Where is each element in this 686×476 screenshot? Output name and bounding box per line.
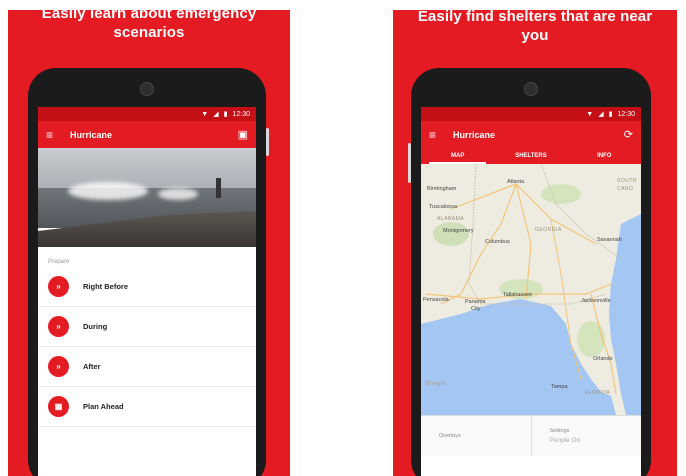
caption-line-1: Easily find shelters that are near <box>417 10 653 25</box>
list-item-after[interactable]: » After <box>38 347 256 387</box>
map-background <box>421 164 641 415</box>
status-time: 12:30 <box>232 110 250 118</box>
wifi-icon: ▼ <box>586 110 594 118</box>
app-bar: ≡ Hurricane ▣ <box>38 121 256 148</box>
map-label-columbus: Columbus <box>485 239 510 245</box>
app-bar: ≡ Hurricane ⟳ <box>421 121 641 148</box>
phone-frame-left: ▼ ◢ ▮ 12:30 ≡ Hurricane ▣ Prepare » Righ… <box>28 68 269 476</box>
refresh-icon[interactable]: ⟳ <box>624 128 633 141</box>
section-label: Prepare <box>48 259 70 265</box>
map-footer: Overlays Settings People On <box>421 415 641 456</box>
calendar-icon: ▦ <box>48 396 69 417</box>
map-label-atlanta: Atlanta <box>507 179 525 185</box>
phone-screen-left: ▼ ◢ ▮ 12:30 ≡ Hurricane ▣ Prepare » Righ… <box>38 107 256 476</box>
map-label-caro: CARO <box>617 186 634 192</box>
hurricane-hero-image <box>38 148 256 247</box>
status-time: 12:30 <box>617 110 635 118</box>
map-label-tampa: Tampa <box>551 384 568 390</box>
phone-side-button <box>408 143 411 183</box>
list-item-label: After <box>83 362 101 371</box>
map-label-georgia: GEORGIA <box>535 227 562 233</box>
app-title: Hurricane <box>453 129 496 140</box>
chevrons-icon: » <box>48 356 69 377</box>
settings-label: Settings <box>549 428 570 434</box>
phone-speaker <box>140 82 154 96</box>
list-item-label: Plan Ahead <box>83 402 124 411</box>
list-item-plan-ahead[interactable]: ▦ Plan Ahead <box>38 387 256 427</box>
map-label-tallahassee: Tallahassee <box>503 292 533 298</box>
phone-screen-right: ▼ ◢ ▮ 12:30 ≡ Hurricane ⟳ MAP SHELTERS I… <box>421 107 641 476</box>
caption-line-1: Easily learn about emergency <box>41 10 257 22</box>
chevrons-icon: » <box>48 316 69 337</box>
promo-caption-right: Easily find shelters that are near you <box>393 10 677 45</box>
promo-caption-left: Easily learn about emergency scenarios <box>8 10 290 42</box>
list-item-label: Right Before <box>83 282 128 291</box>
tab-shelters[interactable]: SHELTERS <box>494 148 567 164</box>
list-item-during[interactable]: » During <box>38 307 256 347</box>
overlays-label: Overlays <box>439 433 461 439</box>
status-bar: ▼ ◢ ▮ 12:30 <box>38 107 256 121</box>
phone-speaker <box>524 82 538 96</box>
hamburger-menu-icon[interactable]: ≡ <box>429 128 443 142</box>
tab-bar: MAP SHELTERS INFO <box>421 148 641 164</box>
map-label-city: City <box>471 306 481 312</box>
map-label-jacksonville: Jacksonville <box>581 298 611 304</box>
battery-icon: ▮ <box>608 111 613 118</box>
map-label-florida: FLORIDA <box>585 390 611 396</box>
list-item-label: During <box>83 322 108 331</box>
app-title: Hurricane <box>70 129 113 140</box>
kit-icon[interactable]: ▣ <box>238 128 248 141</box>
map-label-montgomery: Montgomery <box>443 228 474 234</box>
overlays-button[interactable]: Overlays <box>421 416 531 456</box>
status-bar: ▼ ◢ ▮ 12:30 <box>421 107 641 121</box>
hamburger-menu-icon[interactable]: ≡ <box>46 128 60 142</box>
google-logo: Google <box>425 381 446 387</box>
map-label-tuscaloosa: Tuscaloosa <box>429 204 457 210</box>
tab-map[interactable]: MAP <box>421 148 494 164</box>
map-label-savannah: Savannah <box>597 237 622 243</box>
promo-panel-left: Easily learn about emergency scenarios ▼… <box>8 10 290 476</box>
settings-button[interactable]: Settings People On <box>530 416 642 456</box>
caption-line-2: scenarios <box>113 24 185 41</box>
tab-info[interactable]: INFO <box>568 148 641 164</box>
map-label-south: SOUTH <box>617 178 637 184</box>
caption-line-2: you <box>521 27 549 44</box>
map-label-pensacola: Pensacola <box>423 297 449 303</box>
promo-panel-right: Easily find shelters that are near you ▼… <box>393 10 677 476</box>
map-label-orlando: Orlando <box>593 356 613 362</box>
settings-value: People On <box>549 437 581 444</box>
phone-side-button <box>266 128 269 156</box>
signal-icon: ◢ <box>213 111 219 118</box>
map-label-panama: Panama <box>465 299 486 305</box>
phone-frame-right: ▼ ◢ ▮ 12:30 ≡ Hurricane ⟳ MAP SHELTERS I… <box>408 68 651 476</box>
signal-icon: ◢ <box>598 111 604 118</box>
map-label-birmingham: Birmingham <box>427 186 457 192</box>
map-label-alabama: ALABAMA <box>437 216 465 222</box>
list-item-right-before[interactable]: » Right Before <box>38 267 256 307</box>
chevrons-icon: » <box>48 276 69 297</box>
wifi-icon: ▼ <box>201 110 209 118</box>
shelter-map[interactable]: Atlanta Birmingham Tuscaloosa ALABAMA Mo… <box>421 164 641 415</box>
battery-icon: ▮ <box>223 111 228 118</box>
